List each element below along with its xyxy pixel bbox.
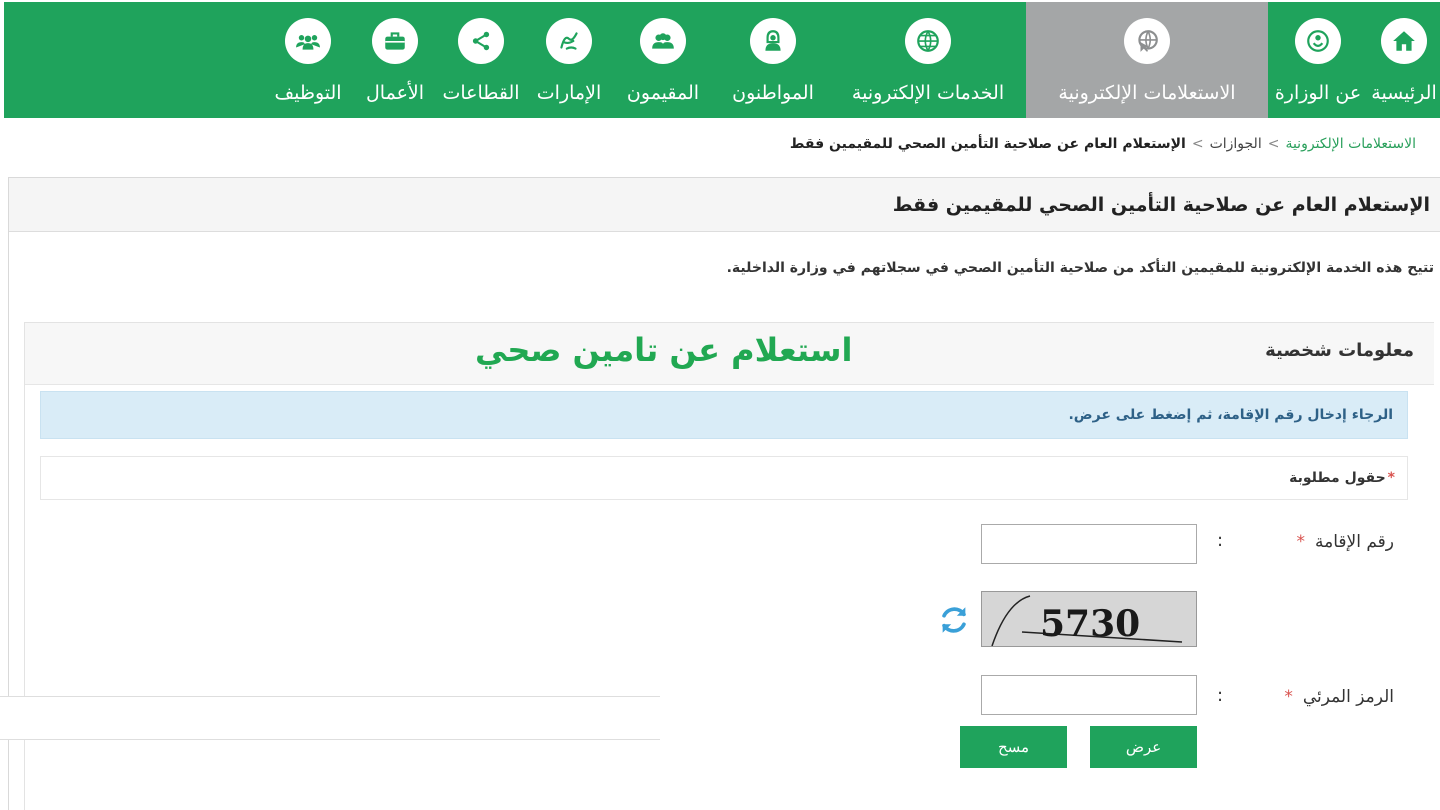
required-fields-note: * حقول مطلوبة bbox=[40, 456, 1408, 500]
citizen-icon bbox=[750, 18, 796, 64]
home-icon bbox=[1381, 18, 1427, 64]
nav-item-emirates[interactable]: الإمارات bbox=[528, 2, 610, 118]
colon: : bbox=[1217, 530, 1224, 551]
globe-icon bbox=[905, 18, 951, 64]
section-title: معلومات شخصية bbox=[1265, 340, 1414, 361]
nav-item-residents[interactable]: المقيمون bbox=[610, 2, 716, 118]
overlay-caption: استعلام عن تامين صحي bbox=[475, 331, 853, 369]
captcha-code-label-text: الرمز المرئي bbox=[1302, 687, 1394, 707]
briefcase-icon bbox=[372, 18, 418, 64]
refresh-captcha-icon[interactable] bbox=[937, 603, 971, 637]
breadcrumb: الاستعلامات الإلكترونية > الجوازات > الإ… bbox=[790, 136, 1416, 152]
breadcrumb-separator: > bbox=[1191, 136, 1204, 152]
breadcrumb-passports-link[interactable]: الجوازات bbox=[1210, 136, 1262, 152]
captcha-code-input[interactable] bbox=[981, 675, 1197, 715]
breadcrumb-separator: > bbox=[1267, 136, 1280, 152]
nav-item-about[interactable]: عن الوزارة bbox=[1268, 2, 1368, 118]
ministry-emblem-icon bbox=[1295, 18, 1341, 64]
employment-group-icon bbox=[285, 18, 331, 64]
nav-item-home[interactable]: الرئيسية bbox=[1368, 2, 1440, 118]
service-description: تتيح هذه الخدمة الإلكترونية للمقيمين الت… bbox=[726, 260, 1434, 276]
nav-item-business[interactable]: الأعمال bbox=[356, 2, 434, 118]
nav-item-e-inquiries[interactable]: الاستعلامات الإلكترونية bbox=[1026, 2, 1268, 118]
instruction-alert: الرجاء إدخال رقم الإقامة، ثم إضغط على عر… bbox=[40, 391, 1408, 439]
captcha-code-label: الرمز المرئي * bbox=[1284, 687, 1394, 707]
nav-label: الإمارات bbox=[536, 82, 602, 104]
iqama-number-input[interactable] bbox=[981, 524, 1197, 564]
main-nav: الرئيسية عن الوزارة الاستعلامات الإلكترو… bbox=[4, 2, 1440, 118]
nav-label: القطاعات bbox=[442, 82, 520, 104]
overlay-strip bbox=[0, 696, 660, 740]
nav-item-employment[interactable]: التوظيف bbox=[260, 2, 356, 118]
nav-label: عن الوزارة bbox=[1274, 82, 1362, 104]
required-label: حقول مطلوبة bbox=[1289, 470, 1386, 486]
breadcrumb-current: الإستعلام العام عن صلاحية التأمين الصحي … bbox=[789, 136, 1186, 152]
globe-pointer-icon bbox=[1124, 18, 1170, 64]
required-star: * bbox=[1284, 687, 1293, 707]
captcha-image: 5730 bbox=[981, 591, 1197, 647]
nav-label: التوظيف bbox=[274, 82, 342, 104]
nav-item-sectors[interactable]: القطاعات bbox=[434, 2, 528, 118]
breadcrumb-root-link[interactable]: الاستعلامات الإلكترونية bbox=[1285, 136, 1416, 152]
nav-label: المقيمون bbox=[626, 82, 700, 104]
sectors-network-icon bbox=[458, 18, 504, 64]
nav-label: الخدمات الإلكترونية bbox=[851, 82, 1005, 104]
submit-button[interactable]: عرض bbox=[1090, 726, 1197, 768]
section-header: معلومات شخصية استعلام عن تامين صحي bbox=[25, 323, 1434, 385]
clear-button[interactable]: مسح bbox=[960, 726, 1067, 768]
required-star: * bbox=[1296, 532, 1306, 552]
nav-label: الاستعلامات الإلكترونية bbox=[1058, 82, 1236, 104]
nav-item-e-services[interactable]: الخدمات الإلكترونية bbox=[830, 2, 1026, 118]
colon: : bbox=[1217, 685, 1224, 706]
panel-header: الإستعلام العام عن صلاحية التأمين الصحي … bbox=[9, 178, 1440, 232]
captcha-text: 5730 bbox=[1040, 603, 1140, 645]
nav-item-citizens[interactable]: المواطنون bbox=[716, 2, 830, 118]
emirates-calligraphy-icon bbox=[546, 18, 592, 64]
required-star: * bbox=[1387, 470, 1395, 486]
residents-icon bbox=[640, 18, 686, 64]
nav-label: الرئيسية bbox=[1371, 82, 1437, 104]
nav-label: المواطنون bbox=[732, 82, 814, 104]
iqama-label-text: رقم الإقامة bbox=[1315, 532, 1394, 552]
iqama-label: رقم الإقامة * bbox=[1297, 532, 1395, 552]
nav-label: الأعمال bbox=[365, 82, 425, 104]
page-title: الإستعلام العام عن صلاحية التأمين الصحي … bbox=[892, 193, 1430, 216]
